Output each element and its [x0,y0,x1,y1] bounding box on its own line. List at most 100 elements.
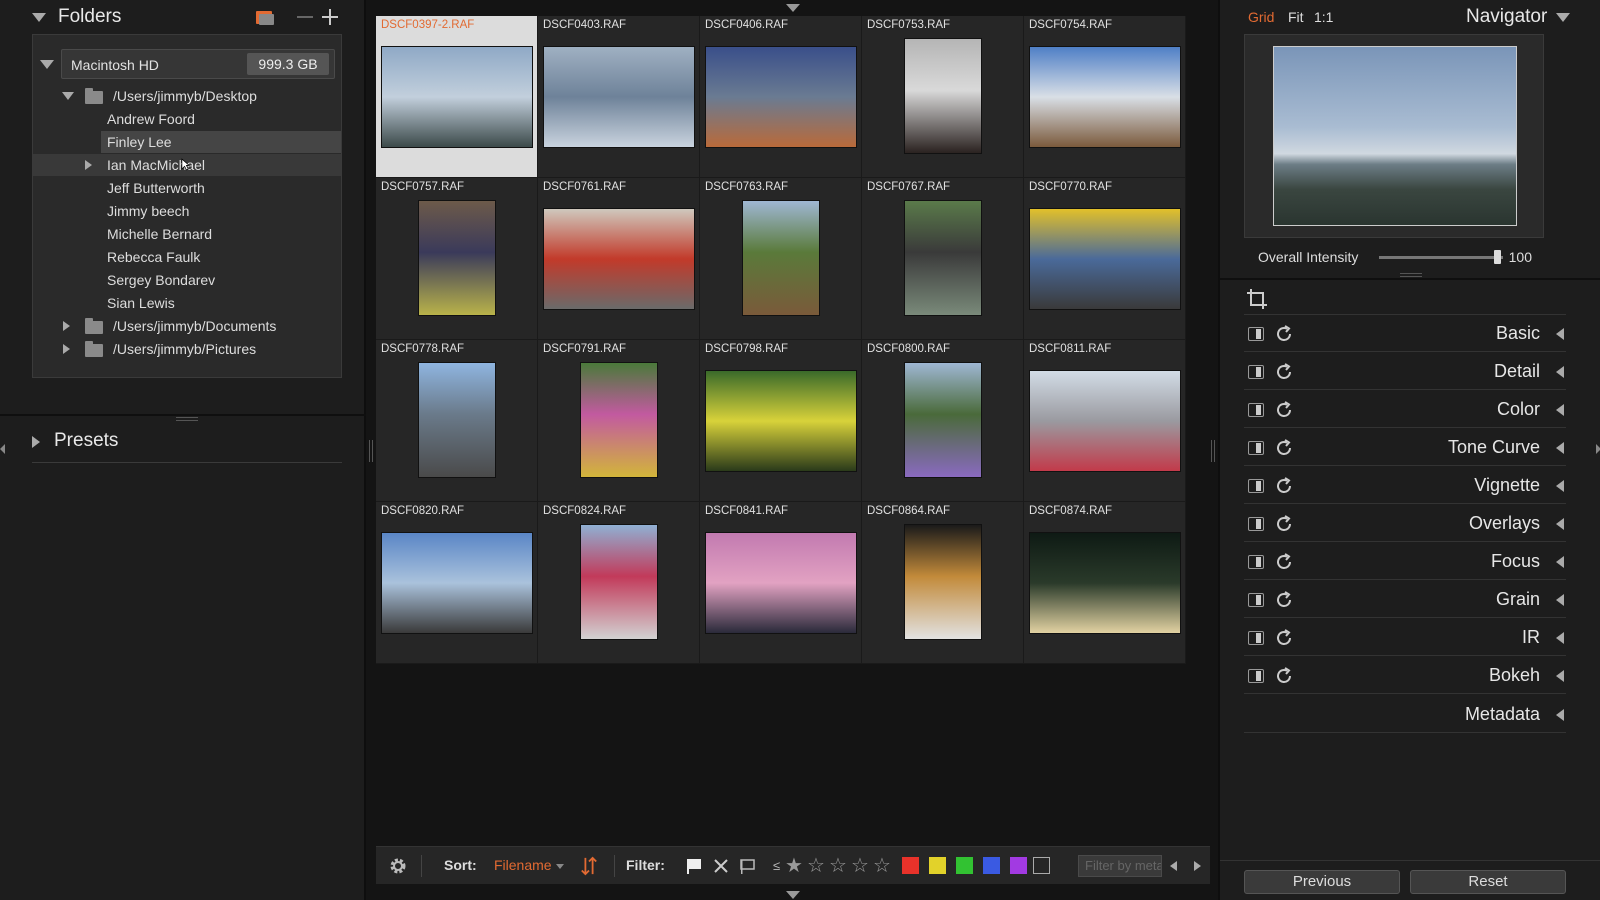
module-metadata[interactable]: Metadata [1244,697,1566,733]
module-focus[interactable]: Focus [1244,544,1566,580]
collapse-right-panel-icon[interactable] [1596,444,1600,454]
tree-folder-pictures[interactable]: /Users/jimmyb/Pictures [33,338,341,360]
module-toggle-icon[interactable] [1248,517,1264,531]
thumbnail-image[interactable] [543,46,695,148]
module-toggle-icon[interactable] [1248,669,1264,683]
expand-toggle-icon[interactable] [62,92,74,100]
star-icon[interactable]: ☆ [873,853,891,878]
tree-item[interactable]: Sergey Bondarev [33,269,341,291]
reset-module-icon[interactable] [1274,400,1294,420]
module-toggle-icon[interactable] [1248,631,1264,645]
module-toggle-icon[interactable] [1248,327,1264,341]
thumbnail-image[interactable] [381,46,533,148]
prev-page-icon[interactable] [1170,861,1177,871]
thumbnail-image[interactable] [705,532,857,634]
collapse-bottom-icon[interactable] [786,891,800,899]
thumbnail-cell[interactable]: DSCF0800.RAF [862,340,1024,502]
thumbnail-cell[interactable]: DSCF0824.RAF [538,502,700,664]
thumbnail-image[interactable] [543,208,695,310]
star-icon[interactable]: ★ [785,853,803,878]
module-color[interactable]: Color [1244,392,1566,428]
color-label-swatch[interactable] [929,857,946,874]
rating-operator[interactable]: ≤ [773,858,780,873]
left-resize-grip[interactable] [369,440,373,462]
reset-module-icon[interactable] [1274,324,1294,344]
module-toggle-icon[interactable] [1248,479,1264,493]
tab-fit[interactable]: Fit [1288,9,1304,25]
intensity-slider-handle[interactable] [1494,250,1501,264]
module-basic[interactable]: Basic [1244,316,1566,352]
thumbnail-cell[interactable]: DSCF0763.RAF [700,178,862,340]
expand-module-icon[interactable] [1556,518,1564,530]
thumbnail-image[interactable] [418,200,496,316]
next-page-icon[interactable] [1194,861,1201,871]
add-folder-icon[interactable] [320,7,340,27]
expand-module-icon[interactable] [1556,594,1564,606]
module-overlays[interactable]: Overlays [1244,506,1566,542]
navigator-preview-image[interactable] [1273,46,1517,226]
remove-folder-icon[interactable] [295,7,315,27]
presets-header[interactable]: Presets [0,422,366,462]
tree-item[interactable]: Jeff Butterworth [33,177,341,199]
thumbnail-cell[interactable]: DSCF0754.RAF [1024,16,1186,178]
thumbnail-cell[interactable]: DSCF0757.RAF [376,178,538,340]
tree-folder-documents[interactable]: /Users/jimmyb/Documents [33,315,341,337]
module-detail[interactable]: Detail [1244,354,1566,390]
thumbnail-cell[interactable]: DSCF0767.RAF [862,178,1024,340]
collapse-navigator-icon[interactable] [1556,13,1570,22]
module-vignette[interactable]: Vignette [1244,468,1566,504]
thumbnail-image[interactable] [904,200,982,316]
thumbnail-image[interactable] [705,46,857,148]
star-icon[interactable]: ☆ [829,853,847,878]
metadata-filter-input[interactable]: Filter by metadata [1078,855,1162,877]
thumbnail-cell[interactable]: DSCF0841.RAF [700,502,862,664]
module-toggle-icon[interactable] [1248,593,1264,607]
thumbnail-image[interactable] [904,38,982,154]
module-grain[interactable]: Grain [1244,582,1566,618]
expand-module-icon[interactable] [1556,442,1564,454]
thumbnail-image[interactable] [705,370,857,472]
thumbnail-image[interactable] [904,362,982,478]
thumbnail-cell[interactable]: DSCF0761.RAF [538,178,700,340]
expand-module-icon[interactable] [1556,556,1564,568]
reset-module-icon[interactable] [1274,362,1294,382]
right-resize-grip[interactable] [1211,440,1215,462]
tree-item[interactable]: Jimmy beech [33,200,341,222]
flag-rejected-icon[interactable] [712,857,730,875]
collapse-folders-icon[interactable] [32,13,46,22]
module-toggle-icon[interactable] [1248,441,1264,455]
module-toggle-icon[interactable] [1248,365,1264,379]
color-label-swatch[interactable] [1010,857,1027,874]
module-toggle-icon[interactable] [1248,555,1264,569]
module-toggle-icon[interactable] [1248,403,1264,417]
thumbnail-image[interactable] [580,524,658,640]
resize-grip[interactable] [176,417,198,421]
module-bokeh[interactable]: Bokeh [1244,658,1566,694]
module-tone-curve[interactable]: Tone Curve [1244,430,1566,466]
thumbnail-cell[interactable]: DSCF0397-2.RAF [376,16,538,178]
tree-item[interactable]: Andrew Foord [33,108,341,130]
resize-grip[interactable] [1400,273,1422,277]
thumbnail-image[interactable] [381,532,533,634]
expand-module-icon[interactable] [1556,366,1564,378]
thumbnail-cell[interactable]: DSCF0820.RAF [376,502,538,664]
thumbnail-cell[interactable]: DSCF0403.RAF [538,16,700,178]
reset-module-icon[interactable] [1274,590,1294,610]
drive-macintosh-hd[interactable]: Macintosh HD 999.3 GB [61,49,335,79]
thumbnail-image[interactable] [1029,370,1181,472]
reset-module-icon[interactable] [1274,666,1294,686]
star-icon[interactable]: ☆ [807,853,825,878]
color-label-swatch[interactable] [983,857,1000,874]
open-folder-icon[interactable] [255,7,275,27]
expand-module-icon[interactable] [1556,670,1564,682]
flag-picked-icon[interactable] [685,857,703,875]
collapse-top-icon[interactable] [786,4,800,12]
collapse-left-panel-icon[interactable] [0,444,5,454]
thumbnail-image[interactable] [742,200,820,316]
expand-module-icon[interactable] [1556,709,1564,721]
previous-button[interactable]: Previous [1244,870,1400,894]
thumbnail-image[interactable] [904,524,982,640]
thumbnail-cell[interactable]: DSCF0864.RAF [862,502,1024,664]
expand-module-icon[interactable] [1556,404,1564,416]
thumbnail-image[interactable] [418,362,496,478]
